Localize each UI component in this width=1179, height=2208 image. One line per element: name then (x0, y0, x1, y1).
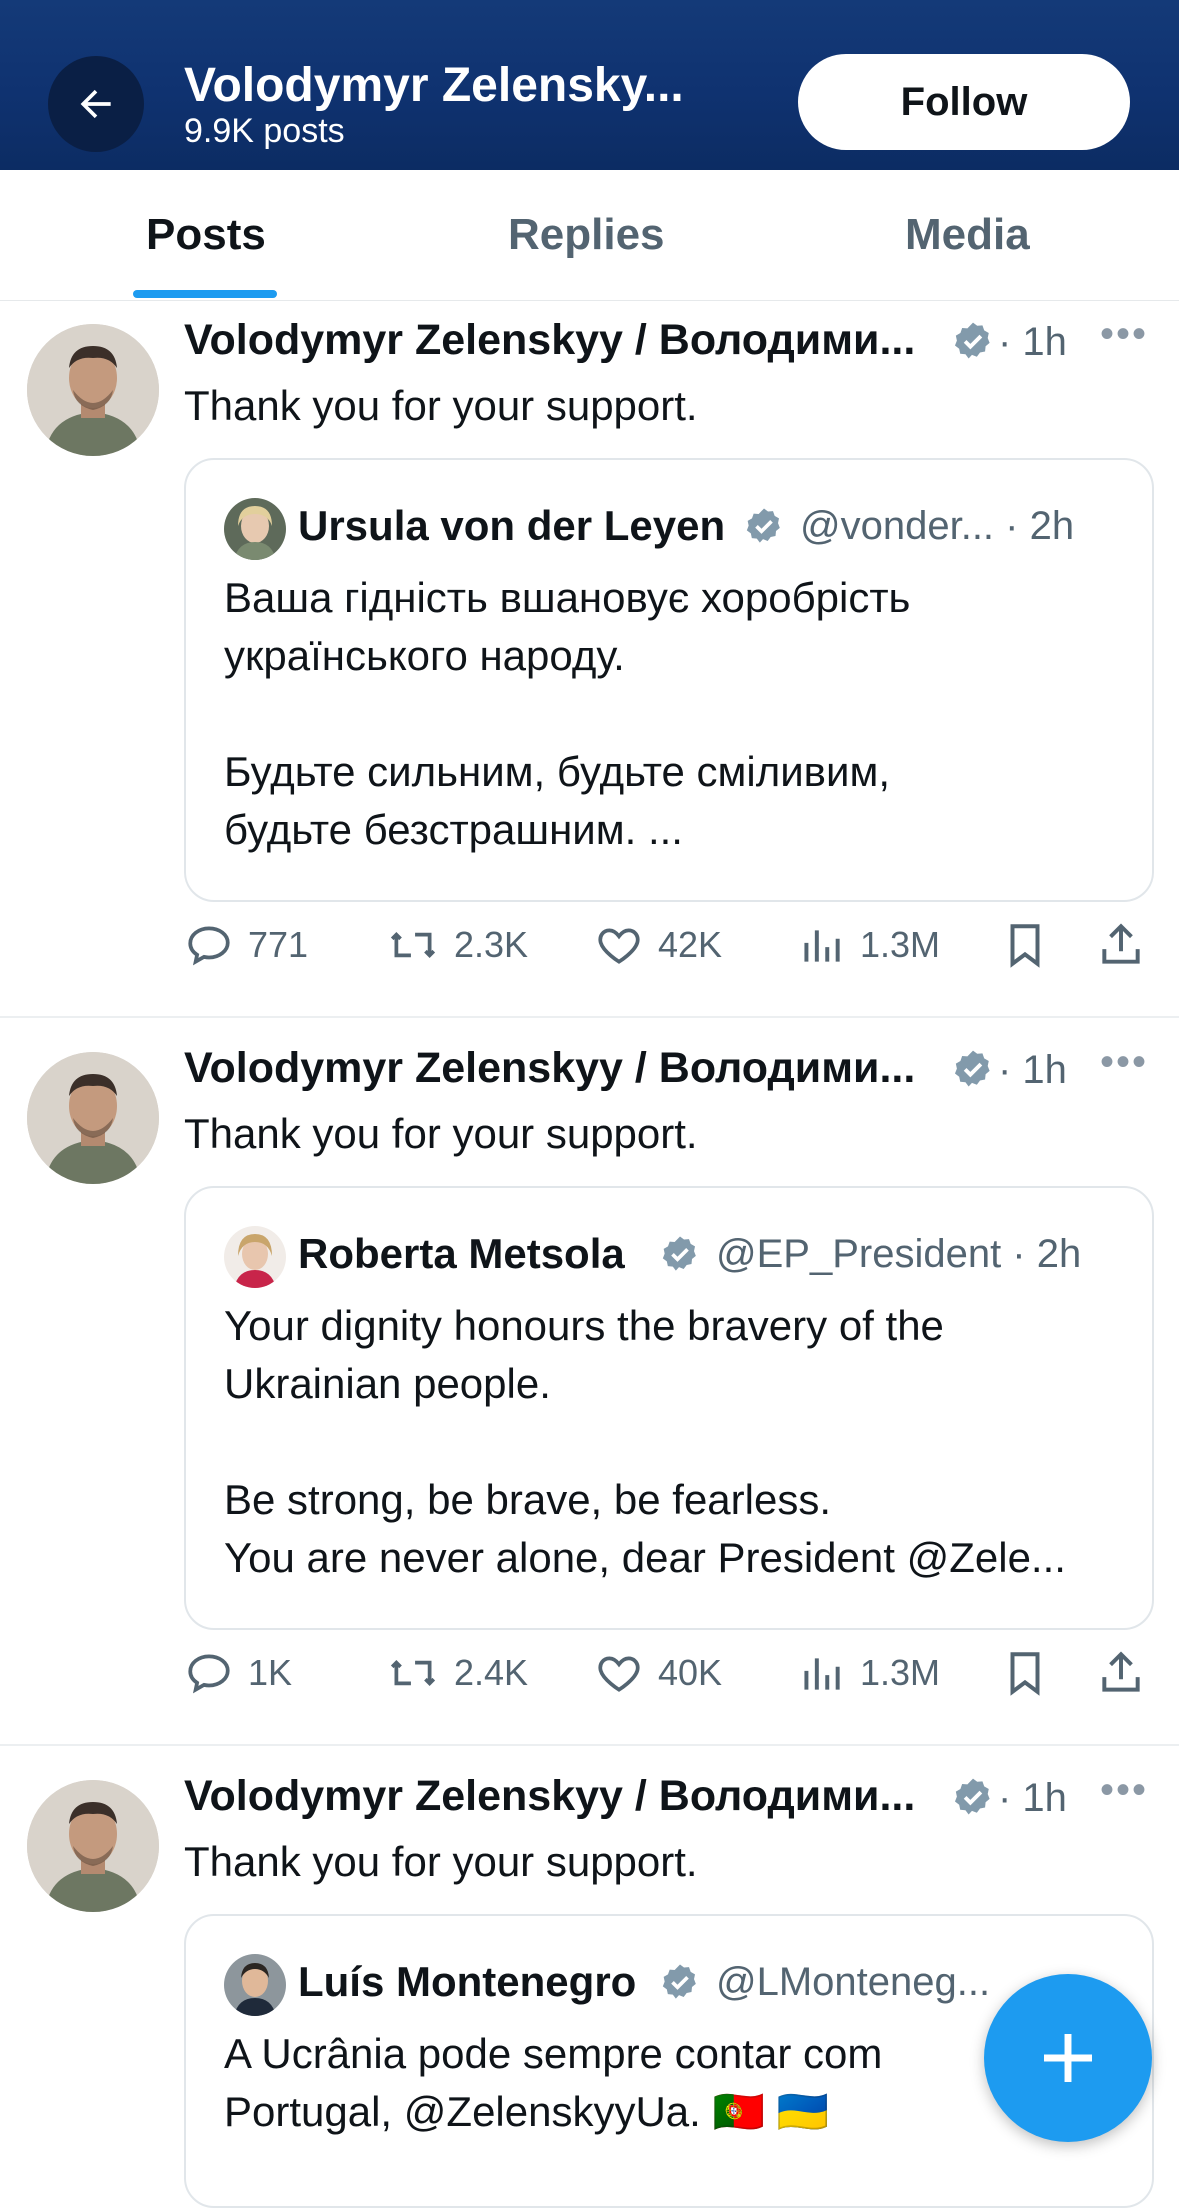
quote-text-line: Ukrainian people. (224, 1360, 551, 1407)
profile-name: Volodymyr Zelensky... (184, 59, 684, 112)
follow-button[interactable]: Follow (798, 54, 1130, 150)
compose-button[interactable] (984, 1974, 1152, 2142)
back-arrow-icon (80, 89, 111, 119)
quote-avatar (224, 498, 286, 560)
quote-text-line: Будьте сильним, будьте сміливим, (224, 748, 890, 795)
repost-button[interactable]: 2.4K (386, 1648, 528, 1698)
reply-icon (188, 1654, 230, 1694)
reply-button[interactable]: 1K (184, 1648, 292, 1698)
avatar[interactable] (27, 324, 159, 456)
like-count: 42K (658, 924, 723, 965)
active-tab-indicator (133, 290, 277, 298)
more-icon[interactable]: ••• (1100, 1768, 1148, 1813)
quote-text-line: українського народу. (224, 632, 625, 679)
quote-handle: @EP_President · 2h (716, 1232, 1082, 1276)
quote-handle: @LMonteneg... (716, 1960, 991, 2004)
share-icon (1102, 923, 1140, 964)
bookmark-button[interactable] (1002, 1648, 1062, 1698)
more-icon[interactable]: ••• (1100, 1040, 1148, 1085)
post-author[interactable]: Volodymyr Zelenskyy / Володими... (184, 316, 915, 365)
quote-text-line: Ваша гідність вшановує хоробрість (224, 574, 911, 621)
avatar[interactable] (27, 1780, 159, 1912)
repost-count: 2.4K (454, 1652, 529, 1693)
quote-avatar (224, 1226, 286, 1288)
verified-icon (662, 1236, 696, 1271)
bookmark-icon (1010, 924, 1040, 968)
quoted-post[interactable]: Ursula von der Leyen @vonder... · 2h Ваш… (184, 458, 1154, 902)
like-count: 40K (658, 1652, 723, 1693)
post-text: Thank you for your support. (184, 1110, 698, 1157)
post-actions: 771 2.3K 42K 1.3M (0, 920, 1179, 980)
quote-handle: @vonder... · 2h (800, 504, 1075, 548)
repost-icon (390, 931, 436, 959)
quote-text-line: Portugal, @ZelenskyyUa. 🇵🇹 🇺🇦 (224, 2088, 829, 2135)
repost-button[interactable]: 2.3K (386, 920, 528, 970)
post-text: Thank you for your support. (184, 382, 698, 429)
avatar[interactable] (27, 1052, 159, 1184)
share-icon (1102, 1651, 1140, 1692)
plus-icon (1044, 2034, 1092, 2082)
verified-icon (954, 1778, 990, 1815)
profile-tabs: Posts Replies Media (0, 170, 1179, 301)
tab-posts[interactable]: Posts (146, 210, 266, 260)
quote-author[interactable]: Luís Montenegro (298, 1958, 636, 2006)
post-item[interactable]: Volodymyr Zelenskyy / Володими... · 1h •… (0, 1018, 1179, 1744)
back-button[interactable] (48, 56, 144, 152)
verified-icon (662, 1964, 696, 1999)
quote-text-line: Be strong, be brave, be fearless. (224, 1476, 832, 1523)
quote-text-line: A Ucrânia pode sempre contar com (224, 2030, 883, 2077)
post-actions: 1K 2.4K 40K 1.3M (0, 1648, 1179, 1708)
views-count: 1.3M (860, 1652, 941, 1693)
reply-icon (188, 926, 230, 966)
repost-count: 2.3K (454, 924, 529, 965)
post-author[interactable]: Volodymyr Zelenskyy / Володими... (184, 1772, 915, 1821)
post-text: Thank you for your support. (184, 1838, 698, 1885)
reply-count: 771 (248, 924, 309, 965)
share-button[interactable] (1096, 1648, 1160, 1698)
profile-header: Volodymyr Zelensky... 9.9K posts Follow (0, 0, 1179, 170)
quote-author[interactable]: Roberta Metsola (298, 1230, 625, 1278)
bookmark-icon (1010, 1652, 1040, 1696)
quote-avatar (224, 1954, 286, 2016)
quote-text-line: Your dignity honours the bravery of the (224, 1302, 944, 1349)
like-button[interactable]: 40K (594, 1648, 722, 1698)
quote-author[interactable]: Ursula von der Leyen (298, 502, 725, 550)
views-icon (804, 930, 840, 962)
repost-icon (390, 1659, 436, 1687)
share-button[interactable] (1096, 920, 1160, 970)
quote-text-line: будьте безстрашним. ... (224, 806, 683, 853)
views-button[interactable]: 1.3M (796, 920, 940, 970)
post-time: · 1h (998, 320, 1067, 364)
like-icon (598, 1656, 640, 1692)
verified-icon (954, 322, 990, 359)
tab-media[interactable]: Media (905, 210, 1030, 260)
tab-replies[interactable]: Replies (508, 210, 665, 260)
quoted-post[interactable]: Roberta Metsola @EP_President · 2h Your … (184, 1186, 1154, 1630)
bookmark-button[interactable] (1002, 920, 1062, 970)
like-button[interactable]: 42K (594, 920, 722, 970)
verified-icon (954, 1050, 990, 1087)
reply-count: 1K (248, 1652, 293, 1693)
more-icon[interactable]: ••• (1100, 312, 1148, 357)
posts-count: 9.9K posts (184, 112, 345, 150)
views-icon (804, 1658, 840, 1690)
verified-icon (746, 508, 780, 543)
views-count: 1.3M (860, 924, 941, 965)
post-time: · 1h (998, 1776, 1067, 1820)
reply-button[interactable]: 771 (184, 920, 308, 970)
post-author[interactable]: Volodymyr Zelenskyy / Володими... (184, 1044, 915, 1093)
views-button[interactable]: 1.3M (796, 1648, 940, 1698)
quote-text-line: You are never alone, dear President @Zel… (224, 1534, 1066, 1581)
post-item[interactable]: Volodymyr Zelenskyy / Володими... · 1h •… (0, 300, 1179, 1016)
post-time: · 1h (998, 1048, 1067, 1092)
like-icon (598, 928, 640, 964)
